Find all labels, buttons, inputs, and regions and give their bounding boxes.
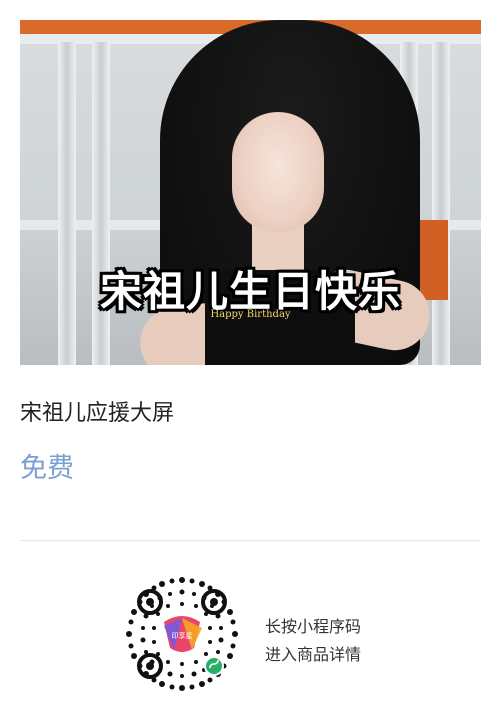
divider xyxy=(20,540,481,541)
mini-program-code[interactable]: 印享星 xyxy=(120,572,244,696)
qr-hint: 长按小程序码 进入商品详情 xyxy=(265,613,361,669)
product-image[interactable]: 宋祖儿生日快乐 Happy Birthday xyxy=(20,20,481,365)
qr-hint-line2: 进入商品详情 xyxy=(265,645,362,664)
portrait-face xyxy=(232,112,324,232)
banner-subtitle: Happy Birthday xyxy=(210,309,291,320)
qr-hint-line1: 长按小程序码 xyxy=(265,617,362,636)
qr-code-icon: 印享星 xyxy=(126,577,238,691)
price-label: 免费 xyxy=(20,453,74,484)
product-title: 宋祖儿应援大屏 xyxy=(20,401,175,426)
logo-text: 印享星 xyxy=(172,631,193,640)
